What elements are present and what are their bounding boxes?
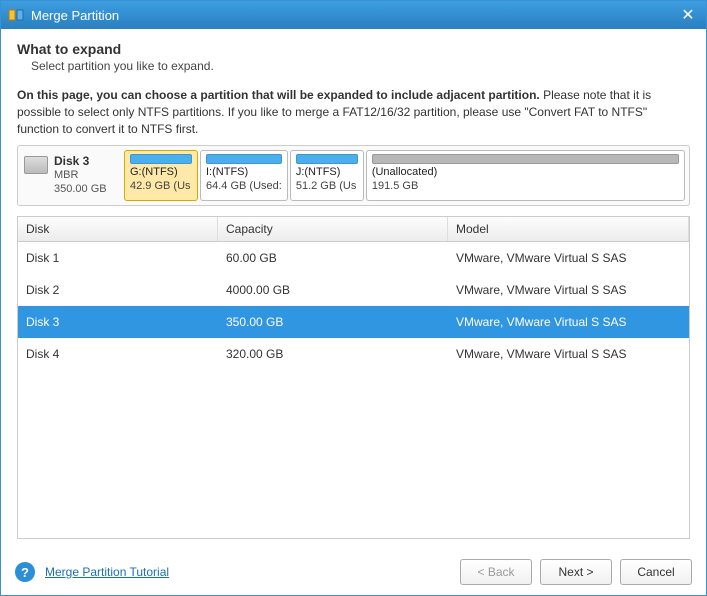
cell-capacity: 60.00 GB — [218, 242, 448, 274]
partition-usage-bar — [372, 154, 679, 164]
disk-info: Disk 3 MBR 350.00 GB — [22, 150, 122, 201]
partition-size: 42.9 GB (Us — [130, 180, 192, 194]
disk-visual: Disk 3 MBR 350.00 GB G:(NTFS)42.9 GB (Us… — [17, 145, 690, 206]
window-title: Merge Partition — [31, 8, 676, 23]
partition-size: 191.5 GB — [372, 180, 679, 194]
cell-model: VMware, VMware Virtual S SAS — [448, 274, 689, 306]
partition-block-1[interactable]: I:(NTFS)64.4 GB (Used: — [200, 150, 288, 201]
disk-name: Disk 3 — [54, 154, 107, 169]
partition-blocks: G:(NTFS)42.9 GB (UsI:(NTFS)64.4 GB (Used… — [124, 150, 685, 201]
partition-size: 51.2 GB (Us — [296, 180, 358, 194]
partition-usage-bar — [296, 154, 358, 164]
col-header-capacity[interactable]: Capacity — [218, 217, 448, 241]
partition-label: (Unallocated) — [372, 166, 679, 180]
table-row[interactable]: Disk 3350.00 GBVMware, VMware Virtual S … — [18, 306, 689, 338]
merge-partition-window: Merge Partition ✕ What to expand Select … — [0, 0, 707, 596]
cell-disk: Disk 1 — [18, 242, 218, 274]
partition-block-2[interactable]: J:(NTFS)51.2 GB (Us — [290, 150, 364, 201]
partition-block-0[interactable]: G:(NTFS)42.9 GB (Us — [124, 150, 198, 201]
close-icon[interactable]: ✕ — [676, 5, 700, 25]
partition-label: G:(NTFS) — [130, 166, 192, 180]
cancel-button[interactable]: Cancel — [620, 559, 692, 585]
col-header-model[interactable]: Model — [448, 217, 689, 241]
next-button[interactable]: Next > — [540, 559, 612, 585]
content-area: What to expand Select partition you like… — [1, 29, 706, 549]
partition-block-3[interactable]: (Unallocated)191.5 GB — [366, 150, 685, 201]
partition-label: I:(NTFS) — [206, 166, 282, 180]
disk-icon — [24, 156, 48, 174]
partition-usage-bar — [206, 154, 282, 164]
app-icon — [7, 6, 25, 24]
tutorial-link[interactable]: Merge Partition Tutorial — [45, 565, 169, 579]
cell-disk: Disk 3 — [18, 306, 218, 338]
table-row[interactable]: Disk 24000.00 GBVMware, VMware Virtual S… — [18, 274, 689, 306]
instruction-bold: On this page, you can choose a partition… — [17, 88, 540, 102]
cell-model: VMware, VMware Virtual S SAS — [448, 242, 689, 274]
cell-disk: Disk 2 — [18, 274, 218, 306]
disk-size: 350.00 GB — [54, 183, 107, 197]
cell-capacity: 320.00 GB — [218, 338, 448, 370]
footer: ? Merge Partition Tutorial < Back Next >… — [1, 549, 706, 595]
cell-disk: Disk 4 — [18, 338, 218, 370]
cell-model: VMware, VMware Virtual S SAS — [448, 338, 689, 370]
disk-table: Disk Capacity Model Disk 160.00 GBVMware… — [17, 216, 690, 539]
cell-capacity: 350.00 GB — [218, 306, 448, 338]
cell-capacity: 4000.00 GB — [218, 274, 448, 306]
partition-usage-bar — [130, 154, 192, 164]
instruction-text: On this page, you can choose a partition… — [17, 87, 690, 137]
partition-label: J:(NTFS) — [296, 166, 358, 180]
titlebar: Merge Partition ✕ — [1, 1, 706, 29]
table-header: Disk Capacity Model — [18, 217, 689, 242]
table-row[interactable]: Disk 160.00 GBVMware, VMware Virtual S S… — [18, 242, 689, 274]
page-subheading: Select partition you like to expand. — [31, 59, 690, 73]
col-header-disk[interactable]: Disk — [18, 217, 218, 241]
disk-info-text: Disk 3 MBR 350.00 GB — [54, 154, 107, 197]
page-heading: What to expand — [17, 41, 690, 57]
table-body: Disk 160.00 GBVMware, VMware Virtual S S… — [18, 242, 689, 538]
partition-size: 64.4 GB (Used: — [206, 180, 282, 194]
disk-scheme: MBR — [54, 169, 107, 183]
help-icon[interactable]: ? — [15, 562, 35, 582]
table-row[interactable]: Disk 4320.00 GBVMware, VMware Virtual S … — [18, 338, 689, 370]
back-button[interactable]: < Back — [460, 559, 532, 585]
cell-model: VMware, VMware Virtual S SAS — [448, 306, 689, 338]
